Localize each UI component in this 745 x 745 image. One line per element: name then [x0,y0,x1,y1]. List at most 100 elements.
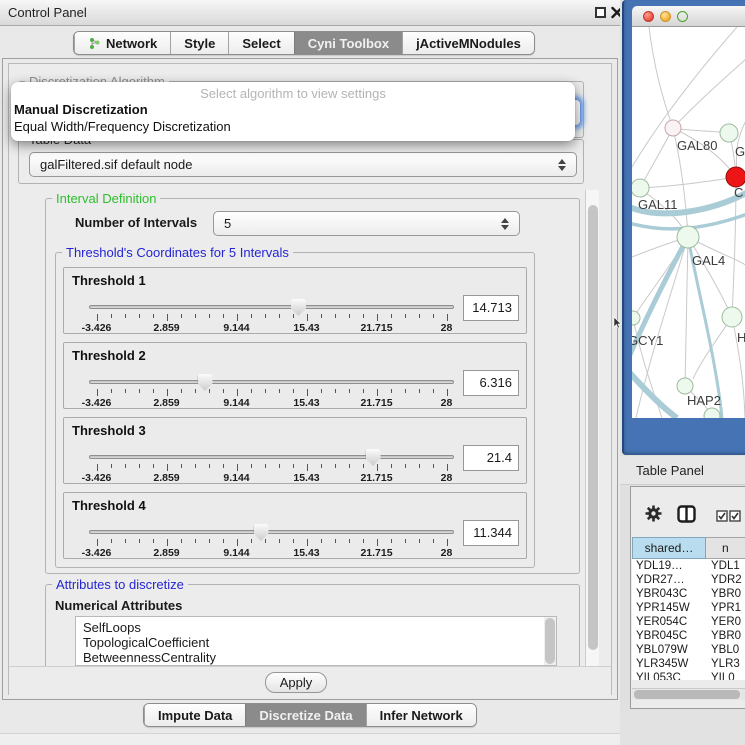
tick-label: 15.43 [293,547,319,559]
network-node[interactable] [665,120,681,136]
slider-thumb[interactable] [198,374,213,391]
threshold-slider[interactable]: -3.4262.8599.14415.4321.71528 [89,446,454,484]
checkbox-icon[interactable] [729,509,741,527]
network-node[interactable] [720,124,738,142]
table-data-group: Table Data galFiltered.sif default node [18,139,584,184]
columns-icon[interactable] [677,505,696,528]
network-canvas[interactable]: GAL80GCGAL11GAL4GCY1HHAP2 [632,27,745,418]
threshold-value-field[interactable]: 21.4 [463,445,519,471]
attributes-list-scrollbar[interactable] [544,617,556,665]
number-of-intervals-label: Number of Intervals [75,215,197,230]
cell-shared-name: YIL053C [632,672,706,680]
cell-name: YBL0 [706,644,739,656]
float-icon[interactable] [595,7,606,18]
bottom-tab[interactable]: Infer Network [366,704,476,726]
slider-track[interactable] [89,455,454,459]
top-tab[interactable]: Cyni Toolbox [294,32,402,54]
threshold-slider[interactable]: -3.4262.8599.14415.4321.71528 [89,521,454,559]
apply-button[interactable]: Apply [265,672,327,693]
slider-track[interactable] [89,380,454,384]
network-node-label: GAL80 [677,138,717,153]
table-row[interactable]: YBR045C YBR0 [632,629,745,643]
threshold-slider[interactable]: -3.4262.8599.14415.4321.71528 [89,296,454,334]
table-hscrollbar-thumb[interactable] [634,690,740,699]
threshold-row: Threshold 3 -3.4262.8599.14415.4321.7152… [63,417,527,484]
control-panel-title: Control Panel [8,5,87,20]
bottom-tab[interactable]: Impute Data [144,704,245,726]
table-row[interactable]: YBR043C YBR0 [632,587,745,601]
panel-scrollbar-thumb[interactable] [588,205,598,650]
tick-label: 2.859 [153,472,179,484]
interval-definition-title: Interval Definition [52,191,160,206]
threshold-value-field[interactable]: 6.316 [463,370,519,396]
top-tab-label: jActiveMNodules [416,36,521,51]
table-panel-title: Table Panel [636,463,704,478]
attribute-list-item[interactable]: BetweennessCentrality [83,650,216,665]
table-rows[interactable]: YDL19… YDL1 YDR27… YDR2 YBR043C YBR0 YPR… [632,559,745,680]
top-tab[interactable]: Style [170,32,228,54]
slider-track[interactable] [89,530,454,534]
table-panel-titlebar: Table Panel [620,456,745,485]
tick-label: 15.43 [293,472,319,484]
thresholds-group-title: Threshold's Coordinates for 5 Intervals [62,245,293,260]
attribute-list-item[interactable]: TopologicalCoefficient [83,635,209,650]
network-node[interactable] [632,179,649,197]
table-data-value: galFiltered.sif default node [40,157,192,172]
algorithm-option-equal-width[interactable]: Equal Width/Frequency Discretization [14,119,231,134]
network-node[interactable] [726,167,745,187]
table-row[interactable]: YPR145W YPR1 [632,601,745,615]
slider-track[interactable] [89,305,454,309]
numerical-attributes-list[interactable]: SelfLoopsTopologicalCoefficientBetweenne… [75,616,557,666]
network-node[interactable] [632,311,640,325]
table-row[interactable]: YER054C YER0 [632,615,745,629]
threshold-row: Threshold 1 -3.4262.8599.14415.4321.7152… [63,267,527,334]
checkbox-icon[interactable] [716,509,728,527]
network-node[interactable] [722,307,742,327]
cell-name: YDL1 [706,560,740,572]
slider-thumb[interactable] [254,524,269,541]
threshold-label: Threshold 2 [72,348,146,363]
tick-label: 9.144 [223,397,249,409]
top-tab[interactable]: Network [74,32,170,54]
slider-thumb[interactable] [366,449,381,466]
top-tab[interactable]: Select [228,32,293,54]
network-node-label: GAL11 [638,197,678,212]
traffic-zoom-icon[interactable] [677,11,688,22]
network-nodes: GAL80GCGAL11GAL4GCY1HHAP2 [632,120,745,418]
table-hscrollbar[interactable] [632,688,745,700]
network-window-titlebar[interactable] [632,6,745,27]
network-node[interactable] [677,226,699,248]
table-row[interactable]: YDR27… YDR2 [632,573,745,587]
threshold-value-field[interactable]: 14.713 [463,295,519,321]
apply-bar: Apply [9,666,611,697]
panel-scrollbar[interactable] [585,190,599,666]
table-data-combobox[interactable]: galFiltered.sif default node [29,152,577,177]
traffic-close-icon[interactable] [643,11,654,22]
network-node-label: H [737,330,745,345]
attribute-list-item[interactable]: SelfLoops [83,620,141,635]
network-node[interactable] [677,378,693,394]
algorithm-option-manual[interactable]: Manual Discretization [14,102,148,117]
attributes-list-scrollbar-thumb[interactable] [545,618,555,664]
threshold-slider[interactable]: -3.4262.8599.14415.4321.71528 [89,371,454,409]
bottom-tab-label: Impute Data [158,708,232,723]
threshold-value-field[interactable]: 11.344 [463,520,519,546]
table-row[interactable]: YBL079W YBL0 [632,643,745,657]
table-header-shared-name[interactable]: shared… [632,537,706,559]
traffic-minimize-icon[interactable] [660,11,671,22]
top-tabbar: Network Style [73,31,535,55]
bottom-tab[interactable]: Discretize Data [245,704,365,726]
algorithm-dropdown-popup: Select algorithm to view settings Manual… [11,82,575,141]
gear-icon[interactable] [645,505,662,527]
table-header-name[interactable]: n [706,537,745,559]
threshold-label: Threshold 3 [72,423,146,438]
number-of-intervals-combobox[interactable]: 5 [213,211,520,236]
cell-name: YDR2 [706,574,742,586]
table-row[interactable]: YLR345W YLR3 [632,657,745,671]
top-tab[interactable]: jActiveMNodules [402,32,534,54]
cell-shared-name: YBR045C [632,630,706,642]
bottom-tabbar: Impute Data Discretize Data Infer Networ… [143,703,477,727]
table-row[interactable]: YIL053C YIL0 [632,671,745,680]
table-row[interactable]: YDL19… YDL1 [632,559,745,573]
network-node[interactable] [704,408,720,418]
